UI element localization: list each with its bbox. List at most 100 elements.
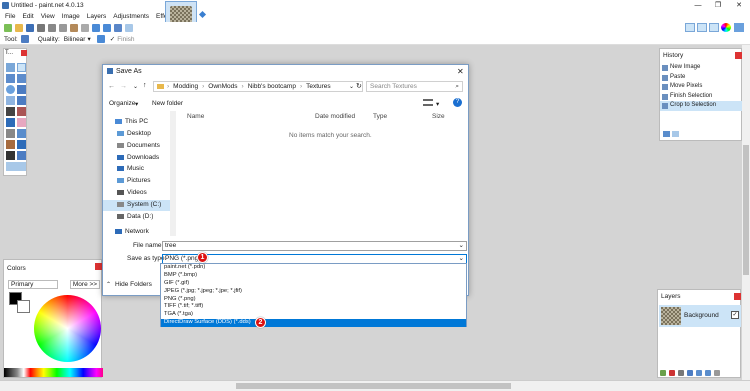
breadcrumb-item[interactable]: Modding — [173, 83, 198, 90]
menu-image[interactable]: Image — [62, 13, 80, 20]
redo-icon[interactable] — [672, 131, 679, 137]
file-type-option[interactable]: BMP (*.bmp) — [161, 272, 466, 280]
nav-network[interactable]: Network — [115, 228, 149, 235]
menu-edit[interactable]: Edit — [22, 13, 33, 20]
finish-button[interactable]: Finish — [117, 36, 134, 43]
layer-row[interactable]: Background ✓ — [659, 305, 741, 327]
organize-button[interactable]: Organize — [109, 100, 135, 107]
merge-layer-icon[interactable] — [687, 370, 693, 376]
history-item[interactable]: New Image — [660, 63, 742, 73]
close-window-button[interactable]: ✕ — [729, 0, 749, 11]
breadcrumb-item[interactable]: Textures — [306, 83, 331, 90]
column-header-size[interactable]: Size — [432, 113, 445, 120]
open-icon[interactable] — [15, 24, 23, 32]
secondary-color-swatch[interactable] — [17, 300, 30, 313]
move-selected-icon[interactable] — [17, 74, 26, 83]
view-options-icon[interactable] — [423, 99, 433, 106]
file-type-option[interactable]: TGA (*.tga) — [161, 311, 466, 319]
minimize-button[interactable]: — — [688, 0, 708, 11]
shapes-icon[interactable] — [6, 162, 26, 171]
file-type-option[interactable]: JPEG (*.jpg; *.jpeg; *.jpe; *.jfif) — [161, 288, 466, 296]
save-icon[interactable] — [26, 24, 34, 32]
column-header-name[interactable]: Name — [187, 113, 204, 120]
layer-visibility-checkbox[interactable]: ✓ — [731, 311, 739, 319]
paste-icon[interactable] — [70, 24, 78, 32]
move-layer-up-icon[interactable] — [696, 370, 702, 376]
nav-data-d[interactable]: Data (D:) — [117, 213, 153, 220]
file-type-option[interactable]: TIFF (*.tif; *.tiff) — [161, 303, 466, 311]
quality-dropdown[interactable]: Bilinear — [64, 36, 86, 43]
nav-videos[interactable]: Videos — [117, 189, 147, 196]
back-icon[interactable]: ← — [108, 83, 115, 90]
lasso-icon[interactable] — [6, 74, 15, 83]
menu-view[interactable]: View — [41, 13, 55, 20]
paint-bucket-icon[interactable] — [6, 107, 15, 116]
column-header-type[interactable]: Type — [373, 113, 387, 120]
horizontal-scrollbar[interactable] — [0, 380, 750, 391]
tools-toggle-icon[interactable] — [685, 23, 695, 32]
history-item[interactable]: Crop to Selection — [660, 101, 742, 111]
up-folder-icon[interactable]: ↑ — [143, 82, 147, 89]
nav-this-pc[interactable]: This PC — [115, 118, 148, 125]
redo-icon[interactable] — [103, 24, 111, 32]
magic-wand-icon[interactable] — [6, 96, 15, 105]
color-wheel[interactable] — [34, 295, 101, 362]
chevron-down-icon[interactable]: ▾ — [87, 35, 90, 43]
history-toggle-icon[interactable] — [697, 23, 707, 32]
color-mode-dropdown[interactable]: Primary — [8, 280, 58, 289]
pencil-icon[interactable] — [6, 129, 15, 138]
history-item[interactable]: Paste — [660, 73, 742, 83]
clone-stamp-icon[interactable] — [6, 140, 15, 149]
close-icon[interactable] — [95, 263, 102, 270]
delete-layer-icon[interactable] — [669, 370, 675, 376]
file-list[interactable]: Name Date modified Type Size No items ma… — [179, 111, 469, 236]
close-icon[interactable] — [734, 293, 741, 300]
breadcrumb-item[interactable]: OwnMods — [208, 83, 237, 90]
undo-icon[interactable] — [663, 131, 670, 137]
address-bar[interactable]: › Modding › OwnMods › Nibb's bootcamp › … — [153, 81, 363, 92]
undo-icon[interactable] — [92, 24, 100, 32]
chevron-up-icon[interactable]: ⌃ — [106, 281, 111, 288]
duplicate-layer-icon[interactable] — [678, 370, 684, 376]
maximize-button[interactable]: ❐ — [708, 0, 728, 11]
file-type-option[interactable]: paint.net (*.pdn) — [161, 264, 466, 272]
nav-system-c[interactable]: System (C:) — [117, 201, 161, 208]
antialias-icon[interactable] — [96, 35, 105, 43]
history-item[interactable]: Move Pixels — [660, 82, 742, 92]
dialog-close-button[interactable]: ✕ — [457, 67, 464, 76]
help-icon[interactable]: ? — [453, 98, 462, 107]
file-type-option[interactable]: GIF (*.gif) — [161, 280, 466, 288]
menu-file[interactable]: File — [5, 13, 15, 20]
grid-icon[interactable] — [114, 24, 122, 32]
refresh-icon[interactable]: ↻ — [356, 82, 362, 90]
pan-icon[interactable] — [17, 96, 26, 105]
nav-documents[interactable]: Documents — [117, 142, 160, 149]
layers-toggle-icon[interactable] — [709, 23, 719, 32]
ellipse-select-icon[interactable] — [6, 85, 15, 94]
new-icon[interactable] — [4, 24, 12, 32]
move-layer-down-icon[interactable] — [705, 370, 711, 376]
rectangle-select-icon[interactable] — [6, 63, 15, 72]
print-icon[interactable] — [37, 24, 45, 32]
file-type-option[interactable]: DirectDraw Surface (DDS) (*.dds) — [161, 319, 466, 328]
forward-icon[interactable]: → — [120, 83, 127, 90]
zoom-icon[interactable] — [17, 85, 26, 94]
nav-music[interactable]: Music — [117, 165, 144, 172]
chevron-down-icon[interactable]: ▾ — [436, 100, 439, 108]
history-item[interactable]: Finish Selection — [660, 92, 742, 102]
palette-strip[interactable] — [4, 368, 103, 377]
eraser-icon[interactable] — [17, 118, 26, 127]
nav-desktop[interactable]: Desktop — [117, 130, 151, 137]
new-folder-button[interactable]: New folder — [152, 100, 183, 107]
chevron-down-icon[interactable]: ▾ — [135, 100, 138, 108]
file-type-option[interactable]: PNG (*.png) — [161, 296, 466, 304]
move-tool-icon[interactable] — [20, 35, 29, 43]
menu-layers[interactable]: Layers — [87, 13, 107, 20]
settings-icon[interactable] — [734, 23, 744, 32]
file-name-input[interactable]: tree ⌄ — [162, 241, 467, 251]
nav-downloads[interactable]: Downloads — [117, 154, 159, 161]
copy-icon[interactable] — [59, 24, 67, 32]
move-selection-icon[interactable] — [17, 63, 26, 72]
search-input[interactable]: Search Textures ⌕ — [366, 81, 463, 92]
crop-icon[interactable] — [81, 24, 89, 32]
